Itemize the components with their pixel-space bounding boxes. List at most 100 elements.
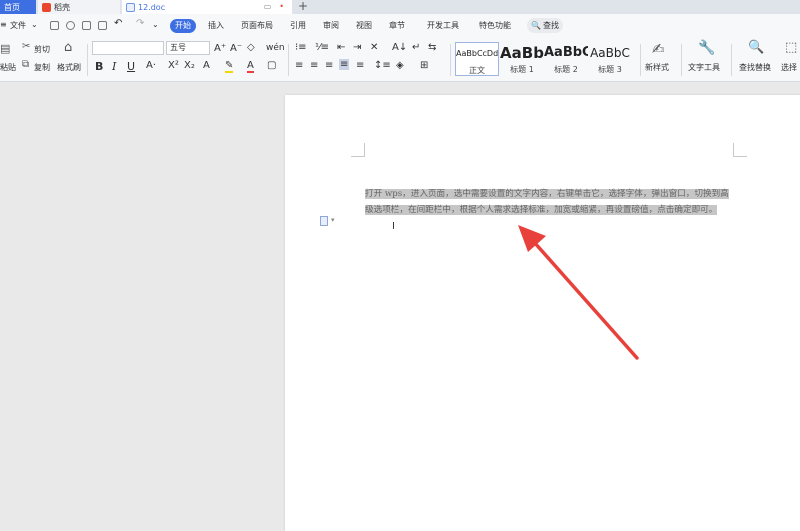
paragraph-menu-chevron-icon[interactable]: ▾	[331, 216, 335, 224]
menu-review[interactable]: 审阅	[323, 20, 339, 31]
menu-page-layout[interactable]: 页面布局	[241, 20, 273, 31]
separator	[87, 44, 88, 76]
menu-references[interactable]: 引用	[290, 20, 306, 31]
style-heading-3-sample: AaBbC	[590, 46, 630, 60]
separator	[731, 44, 732, 76]
menu-developer[interactable]: 开发工具	[427, 20, 459, 31]
style-heading-1-sample: AaBb	[500, 44, 544, 62]
menu-chapter[interactable]: 章节	[389, 20, 405, 31]
increase-indent-icon[interactable]: ⇥	[353, 42, 361, 53]
clear-format-icon[interactable]: ◇	[247, 42, 255, 53]
menu-start[interactable]: 开始	[170, 19, 196, 33]
format-painter-icon[interactable]: ⌂	[64, 40, 72, 55]
select-icon[interactable]: ⬚	[785, 40, 797, 55]
new-style-icon[interactable]: ✍	[652, 40, 665, 58]
style-heading-1[interactable]: AaBb 标题 1	[500, 42, 544, 76]
tab-daoke-label: 稻壳	[54, 2, 70, 12]
style-heading-2[interactable]: AaBbC 标题 2	[544, 42, 588, 76]
style-normal[interactable]: AaBbCcDd 正文	[455, 42, 499, 76]
shading-icon[interactable]: ◈	[396, 60, 404, 71]
menu-bar: ≡ 文件 ⌄ ↶ ↷ ⌄ 开始 插入 页面布局 引用 审阅 视图 章节 开发工具…	[0, 14, 800, 38]
align-left-icon[interactable]: ≡	[295, 60, 303, 71]
paragraph-layout-icon[interactable]	[320, 216, 328, 226]
phonetic-icon[interactable]: wén	[266, 43, 285, 53]
underline-icon[interactable]: U	[127, 60, 135, 73]
save-icon[interactable]	[50, 21, 59, 30]
more-icon[interactable]: ⌄	[152, 20, 159, 29]
align-center-icon[interactable]: ≡	[310, 60, 318, 71]
paste-icon[interactable]: ▤	[0, 42, 10, 55]
italic-icon[interactable]: I	[112, 60, 116, 73]
style-normal-label: 正文	[469, 66, 485, 75]
print-preview-icon[interactable]	[98, 21, 107, 30]
justify-icon[interactable]: ≡	[339, 59, 350, 70]
menu-insert[interactable]: 插入	[208, 20, 224, 31]
sort-icon[interactable]: A↓	[392, 42, 407, 53]
style-normal-sample: AaBbCcDd	[456, 49, 498, 58]
hamburger-icon[interactable]: ≡	[0, 20, 7, 29]
tab-icon[interactable]: ⇆	[428, 42, 436, 53]
subscript-icon[interactable]: X₂	[184, 60, 195, 71]
bold-icon[interactable]: B	[95, 60, 103, 73]
show-marks-icon[interactable]: ↵	[412, 42, 420, 53]
ribbon-toolbar: ▤ 粘贴 ✂ 剪切 ⧉ 复制 ⌂ 格式刷 五号 A⁺ A⁻ ◇ wén B I …	[0, 38, 800, 82]
cut-button[interactable]: 剪切	[34, 44, 50, 55]
tab-controls: ▭ •	[264, 2, 284, 11]
copy-icon[interactable]: ⧉	[22, 59, 29, 70]
search-icon: 🔍	[531, 21, 541, 30]
copy-button[interactable]: 复制	[34, 62, 50, 73]
redo-icon[interactable]: ↷	[136, 18, 144, 29]
scissors-icon[interactable]: ✂	[22, 41, 30, 52]
highlight-icon[interactable]: ✎	[225, 60, 234, 73]
distributed-icon[interactable]: ≡	[356, 60, 364, 71]
menu-file[interactable]: 文件	[10, 20, 26, 31]
style-heading-3[interactable]: AaBbC 标题 3	[588, 42, 632, 76]
new-tab-button[interactable]: +	[298, 0, 308, 13]
tab-document[interactable]: 12.doc ▭ •	[122, 0, 292, 14]
text-tools-button[interactable]: 文字工具	[688, 62, 720, 73]
paste-button[interactable]: 粘贴	[0, 62, 16, 73]
select-button[interactable]: 选择	[781, 62, 797, 73]
tab-home[interactable]: 首页	[0, 0, 36, 14]
menu-view[interactable]: 视图	[356, 20, 372, 31]
selected-text[interactable]: 打开 wps，进入页面，选中需要设置的文字内容，右键单击它，选择字体，弹出窗口，…	[365, 189, 729, 215]
decrease-indent-icon[interactable]: ⇤	[337, 42, 345, 53]
superscript-icon[interactable]: X²	[168, 60, 179, 71]
word-doc-icon	[126, 2, 135, 12]
separator	[288, 44, 289, 76]
line-spacing-icon[interactable]: ↕≡	[374, 60, 391, 71]
print-icon[interactable]	[82, 21, 91, 30]
document-body[interactable]: 打开 wps，进入页面，选中需要设置的文字内容，右键单击它，选择字体，弹出窗口，…	[365, 186, 737, 218]
margin-corner-top-left	[351, 143, 365, 157]
strikethrough-icon[interactable]: A·	[146, 60, 156, 71]
search-button[interactable]: 🔍 查找	[527, 18, 563, 33]
shrink-font-icon[interactable]: A⁻	[230, 43, 242, 54]
style-heading-1-label: 标题 1	[510, 65, 534, 74]
menu-special-features[interactable]: 特色功能	[479, 20, 511, 31]
tab-bar: 首页 稻壳 12.doc ▭ • +	[0, 0, 800, 14]
font-name-select[interactable]	[92, 41, 164, 55]
font-size-select[interactable]: 五号	[166, 41, 210, 55]
undo-icon[interactable]: ↶	[114, 18, 122, 29]
bullet-list-icon[interactable]: ⁝≡	[295, 42, 307, 53]
format-painter-button[interactable]: 格式刷	[57, 62, 81, 73]
chevron-down-icon[interactable]: ⌄	[31, 20, 38, 29]
tab-daoke[interactable]: 稻壳	[38, 0, 120, 14]
chinese-layout-icon[interactable]: ✕	[370, 42, 378, 53]
font-color-icon[interactable]: A	[247, 60, 254, 73]
document-page[interactable]: ▾ 打开 wps，进入页面，选中需要设置的文字内容，右键单击它，选择字体，弹出窗…	[285, 95, 800, 531]
char-border-icon[interactable]: ▢	[267, 60, 276, 71]
text-effect-icon[interactable]: A	[203, 60, 210, 71]
export-pdf-icon[interactable]	[66, 21, 75, 30]
monitor-icon[interactable]: ▭	[264, 2, 272, 11]
find-replace-button[interactable]: 查找替换	[739, 62, 771, 73]
daoke-logo-icon	[42, 2, 51, 12]
unsaved-dot-icon: •	[279, 2, 284, 11]
grow-font-icon[interactable]: A⁺	[214, 43, 226, 54]
new-style-button[interactable]: 新样式	[645, 62, 669, 73]
numbered-list-icon[interactable]: ⅟≡	[315, 42, 329, 53]
wrench-icon[interactable]: 🔧	[698, 40, 715, 56]
borders-icon[interactable]: ⊞	[420, 60, 428, 71]
align-right-icon[interactable]: ≡	[325, 60, 333, 71]
find-replace-icon[interactable]: 🔍	[748, 40, 764, 55]
